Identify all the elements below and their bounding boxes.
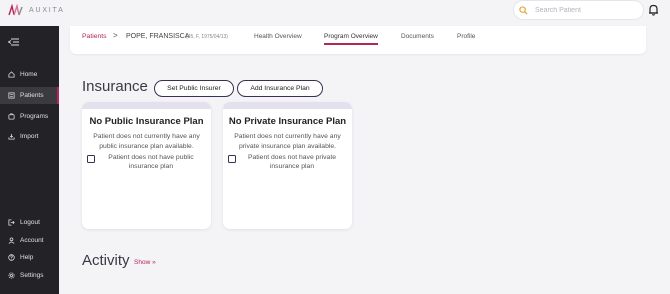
card-title: No Public Insurance Plan — [89, 116, 204, 127]
search-input[interactable] — [535, 6, 635, 14]
tab-program-overview[interactable]: Program Overview — [324, 33, 378, 40]
checkbox-label[interactable]: Patient does not have private insurance … — [243, 154, 341, 172]
sidebar-item-account[interactable]: Account — [0, 232, 59, 249]
patients-icon — [8, 92, 15, 99]
no-private-insurance-checkbox[interactable] — [228, 155, 236, 163]
patient-name: POPE, FRANSISCA — [126, 33, 190, 40]
logo-text: AUXITA — [29, 6, 65, 14]
help-icon — [8, 254, 15, 261]
patient-header: Patients > POPE, FRANSISCA (45, F, 1975/… — [70, 26, 646, 54]
checkbox-label[interactable]: Patient does not have public insurance p… — [102, 154, 200, 172]
bell-icon[interactable] — [648, 4, 659, 16]
sidebar-item-home[interactable]: Home — [0, 66, 59, 83]
sidebar-item-label: Programs — [20, 113, 49, 120]
sidebar-item-label: Settings — [20, 272, 44, 279]
tab-profile[interactable]: Profile — [457, 33, 475, 40]
logout-icon — [8, 219, 15, 226]
add-insurance-plan-button[interactable]: Add Insurance Plan — [237, 80, 323, 97]
programs-icon — [8, 113, 15, 120]
app-logo[interactable]: AUXITA — [8, 4, 65, 16]
card-message: Patient does not currently have any publ… — [93, 133, 200, 150]
card-header-band — [223, 102, 352, 109]
patient-meta: (45, F, 1975/04/13) — [186, 34, 228, 40]
top-bar: AUXITA — [0, 0, 670, 26]
sidebar-item-import[interactable]: Import — [0, 128, 59, 145]
sidebar-item-label: Patients — [20, 92, 44, 99]
sidebar-item-patients[interactable]: Patients — [0, 87, 59, 104]
card-message: Patient does not currently have any priv… — [234, 133, 341, 150]
tab-documents[interactable]: Documents — [401, 33, 434, 40]
sidebar-item-programs[interactable]: Programs — [0, 108, 59, 125]
no-public-insurance-option: Patient does not have public insurance p… — [82, 154, 211, 172]
sidebar: Home Patients Programs Import Logout Acc… — [0, 26, 59, 294]
card-header-band — [82, 102, 211, 109]
sidebar-item-label: Home — [20, 71, 38, 78]
sidebar-item-logout[interactable]: Logout — [0, 214, 59, 231]
sidebar-item-settings[interactable]: Settings — [0, 267, 59, 284]
sidebar-item-label: Help — [20, 254, 34, 261]
sidebar-item-label: Account — [20, 237, 44, 244]
sidebar-item-label: Logout — [20, 219, 40, 226]
account-icon — [8, 237, 15, 244]
sidebar-item-help[interactable]: Help — [0, 249, 59, 266]
search-icon — [519, 5, 528, 15]
home-icon — [8, 71, 15, 78]
breadcrumb-separator: > — [113, 31, 118, 40]
public-insurance-card: No Public Insurance Plan Patient does no… — [82, 102, 211, 229]
private-insurance-card: No Private Insurance Plan Patient does n… — [223, 102, 352, 229]
patient-search[interactable] — [514, 1, 643, 19]
no-private-insurance-option: Patient does not have private insurance … — [223, 154, 352, 172]
sidebar-item-label: Import — [20, 133, 39, 140]
logo-mark-icon — [8, 4, 23, 16]
activity-heading: Activity — [82, 252, 130, 269]
activity-show-link[interactable]: Show » — [134, 259, 156, 266]
breadcrumb-patients-link[interactable]: Patients — [82, 33, 107, 40]
card-title: No Private Insurance Plan — [228, 116, 347, 127]
set-public-insurer-button[interactable]: Set Public Insurer — [154, 80, 234, 97]
active-tab-indicator — [324, 43, 378, 45]
import-icon — [8, 133, 15, 140]
insurance-heading: Insurance — [82, 78, 148, 95]
collapse-menu-icon[interactable] — [8, 38, 19, 46]
tab-health-overview[interactable]: Health Overview — [254, 33, 302, 40]
no-public-insurance-checkbox[interactable] — [87, 155, 95, 163]
gear-icon — [8, 272, 15, 279]
